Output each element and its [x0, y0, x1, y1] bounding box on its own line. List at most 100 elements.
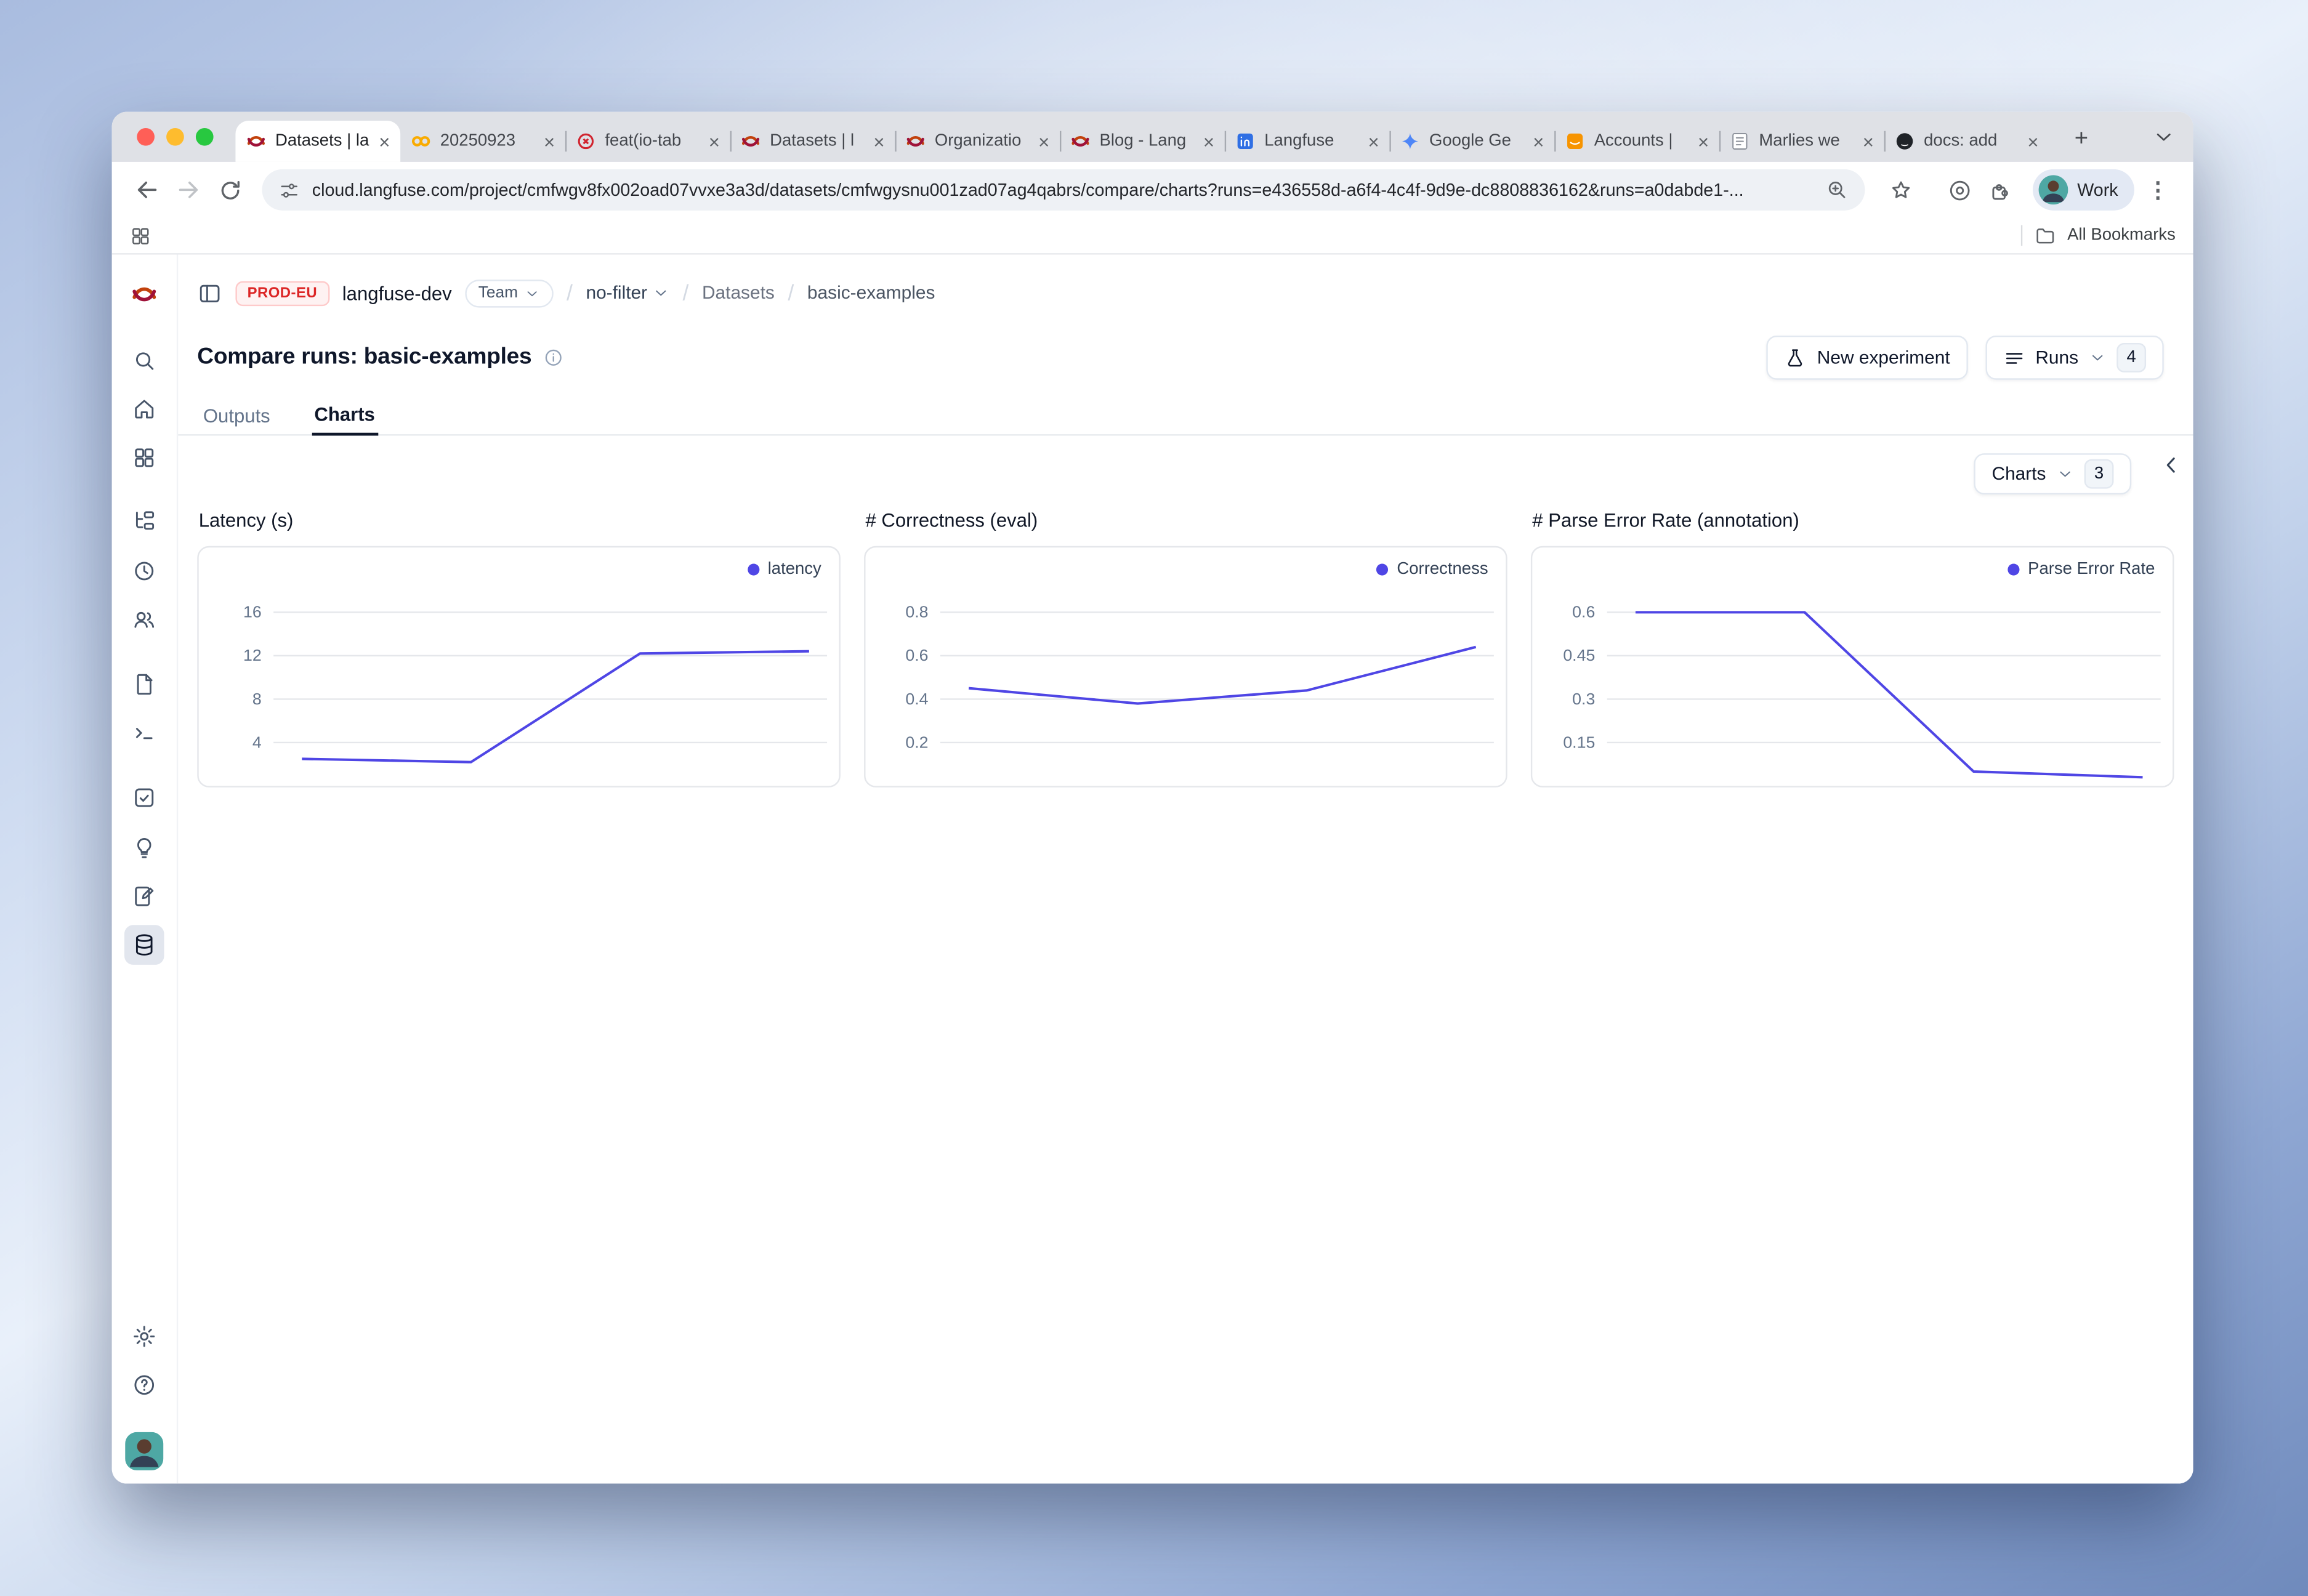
bookmark-star-icon[interactable] — [1883, 172, 1918, 208]
back-icon[interactable] — [129, 172, 164, 208]
screen: Datasets | la× 20250923 × feat(io-tab× Da… — [0, 0, 2308, 1596]
breadcrumb-datasets[interactable]: Datasets — [702, 283, 775, 303]
search-icon[interactable] — [132, 348, 157, 373]
close-window-button[interactable] — [137, 128, 155, 146]
runs-count-badge: 4 — [2116, 343, 2146, 373]
chart-legend: Parse Error Rate — [2007, 561, 2155, 579]
environment-badge: PROD-EU — [235, 280, 329, 305]
zoom-window-button[interactable] — [196, 128, 214, 146]
svg-text:0.15: 0.15 — [1563, 733, 1595, 751]
tab-outputs[interactable]: Outputs — [200, 396, 273, 434]
sidebar-toggle-icon[interactable] — [197, 280, 222, 305]
close-tab-icon[interactable]: × — [1698, 132, 1709, 151]
close-tab-icon[interactable]: × — [873, 132, 884, 151]
browser-tab[interactable]: Langfuse × — [1225, 121, 1390, 162]
langfuse-logo[interactable] — [131, 280, 158, 308]
close-tab-icon[interactable]: × — [1533, 132, 1544, 151]
svg-text:16: 16 — [243, 603, 262, 621]
site-settings-icon[interactable] — [278, 179, 301, 201]
breadcrumb: PROD-EU langfuse-dev Team / no-filter / … — [197, 274, 2174, 312]
dashboards-icon[interactable] — [132, 445, 157, 470]
user-avatar[interactable] — [125, 1432, 163, 1470]
browser-menu-icon[interactable]: ⋮ — [2140, 172, 2175, 208]
browser-tab[interactable]: Accounts |× — [1554, 121, 1719, 162]
datasets-icon[interactable] — [124, 925, 164, 965]
info-icon[interactable] — [544, 347, 564, 368]
tab-search-chevron-icon[interactable] — [2152, 125, 2176, 148]
folder-icon — [2033, 225, 2056, 247]
gemini-favicon — [1400, 131, 1420, 151]
annotation-icon[interactable] — [132, 884, 157, 909]
tab-label: Marlies we — [1759, 132, 1854, 150]
minimize-window-button[interactable] — [166, 128, 184, 146]
lens-icon[interactable] — [1942, 172, 1977, 208]
browser-profile-chip[interactable]: Work — [2033, 169, 2134, 211]
lightbulb-icon[interactable] — [132, 835, 157, 860]
sessions-clock-icon[interactable] — [132, 558, 157, 584]
prompts-icon[interactable] — [132, 672, 157, 697]
window-controls — [137, 128, 213, 146]
chevron-down-icon — [652, 284, 669, 302]
close-tab-icon[interactable]: × — [1203, 132, 1214, 151]
help-icon[interactable] — [132, 1372, 157, 1398]
close-tab-icon[interactable]: × — [544, 132, 555, 151]
playground-terminal-icon[interactable] — [132, 720, 157, 746]
close-tab-icon[interactable]: × — [1863, 132, 1874, 151]
tab-label: Langfuse — [1264, 132, 1359, 150]
svg-text:0.4: 0.4 — [905, 690, 928, 708]
langfuse-favicon — [1070, 131, 1091, 151]
orange-app-favicon — [1565, 131, 1585, 151]
browser-tabstrip: Datasets | la× 20250923 × feat(io-tab× Da… — [112, 112, 2193, 162]
settings-gear-icon[interactable] — [132, 1324, 157, 1349]
close-tab-icon[interactable]: × — [1038, 132, 1049, 151]
tab-label: Google Ge — [1429, 132, 1524, 150]
chevron-down-icon — [524, 285, 540, 301]
tab-charts[interactable]: Charts — [312, 396, 378, 436]
collapse-panel-icon[interactable] — [2158, 452, 2184, 478]
close-tab-icon[interactable]: × — [709, 132, 720, 151]
svg-text:4: 4 — [252, 733, 262, 751]
app-sidebar — [112, 255, 179, 1484]
browser-tab[interactable]: docs: add× — [1884, 121, 2049, 162]
url-text: cloud.langfuse.com/project/cmfwgv8fx002o… — [312, 180, 1814, 200]
browser-navbar: cloud.langfuse.com/project/cmfwgv8fx002o… — [112, 162, 2193, 218]
home-icon[interactable] — [132, 397, 157, 422]
browser-tab[interactable]: Marlies we × — [1719, 121, 1884, 162]
browser-tab[interactable]: Organizatio× — [895, 121, 1060, 162]
browser-tab[interactable]: Google Ge × — [1389, 121, 1554, 162]
reload-icon[interactable] — [212, 172, 247, 208]
charts-filter-dropdown[interactable]: Charts 3 — [1974, 453, 2131, 494]
address-bar[interactable]: cloud.langfuse.com/project/cmfwgv8fx002o… — [262, 169, 1865, 211]
evaluation-icon[interactable] — [132, 785, 157, 810]
all-bookmarks-label[interactable]: All Bookmarks — [2067, 227, 2176, 244]
browser-tab[interactable]: Blog - Lang× — [1060, 121, 1225, 162]
forward-icon[interactable] — [171, 172, 206, 208]
close-tab-icon[interactable]: × — [379, 132, 390, 151]
project-selector[interactable]: no-filter — [586, 283, 669, 303]
breadcrumb-dataset-name[interactable]: basic-examples — [807, 283, 935, 303]
breadcrumb-slash: / — [567, 280, 573, 305]
close-tab-icon[interactable]: × — [2027, 132, 2038, 151]
zoom-icon[interactable] — [1825, 178, 1849, 201]
org-type-badge[interactable]: Team — [465, 279, 553, 307]
browser-tab[interactable]: 20250923 × — [400, 121, 565, 162]
new-experiment-button[interactable]: New experiment — [1767, 336, 1968, 380]
svg-text:0.45: 0.45 — [1563, 646, 1595, 664]
legend-label: Parse Error Rate — [2028, 561, 2155, 579]
close-tab-icon[interactable]: × — [1368, 132, 1379, 151]
tab-label: 20250923 — [440, 132, 535, 150]
chart-card: 481216 latency — [197, 546, 841, 788]
new-tab-button[interactable]: + — [2065, 124, 2098, 156]
browser-tab[interactable]: Datasets | la× — [235, 121, 400, 162]
divider — [2020, 225, 2022, 246]
breadcrumb-slash: / — [682, 280, 688, 305]
runs-dropdown-button[interactable]: Runs 4 — [1985, 336, 2164, 380]
users-icon[interactable] — [132, 607, 157, 632]
app-content: PROD-EU langfuse-dev Team / no-filter / … — [178, 255, 2193, 1484]
apps-grid-icon[interactable] — [129, 225, 151, 247]
browser-tab[interactable]: feat(io-tab× — [565, 121, 730, 162]
browser-tab[interactable]: Datasets | l× — [730, 121, 895, 162]
tracing-icon[interactable] — [132, 509, 157, 534]
org-name[interactable]: langfuse-dev — [342, 282, 452, 304]
extensions-puzzle-icon[interactable] — [1983, 172, 2018, 208]
